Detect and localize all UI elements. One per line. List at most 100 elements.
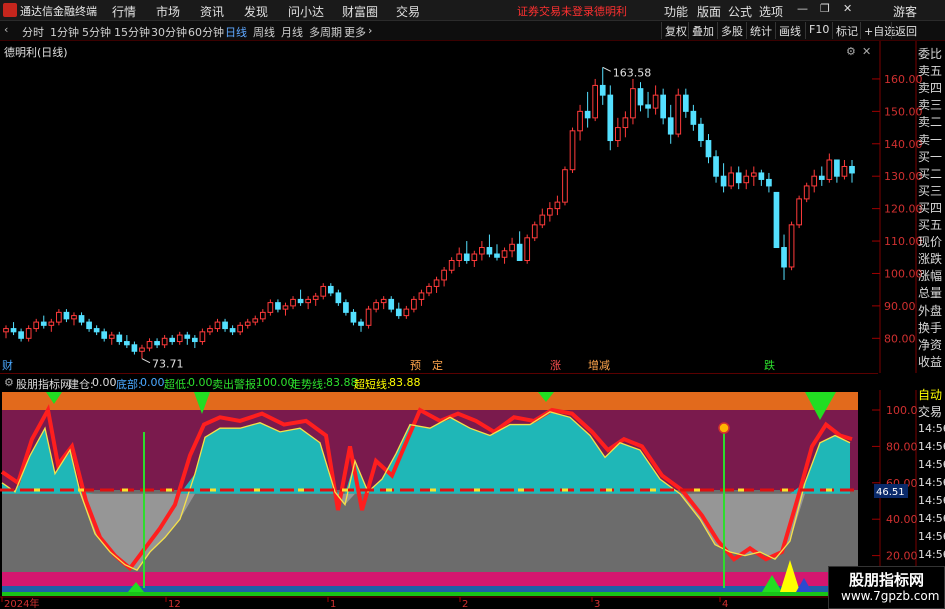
candle-body bbox=[124, 341, 130, 346]
candle-body bbox=[441, 269, 447, 281]
candle-body bbox=[554, 201, 561, 210]
menu-banmian[interactable]: 版面 bbox=[697, 3, 721, 20]
candle-body bbox=[743, 175, 750, 184]
field-chaoduan-value: 83.88 bbox=[389, 376, 421, 389]
indicator-settings-icon[interactable]: ⚙ bbox=[4, 376, 14, 389]
candle-body bbox=[40, 321, 47, 326]
menu-wenxiaoda[interactable]: 问小达 bbox=[288, 3, 324, 20]
period-monthly[interactable]: 月线 bbox=[281, 24, 303, 40]
candle-body bbox=[207, 328, 213, 333]
collapse-icon[interactable]: ‹ bbox=[4, 23, 8, 36]
candle-body bbox=[101, 331, 108, 339]
candle-body bbox=[433, 279, 440, 287]
candle-body bbox=[471, 253, 478, 261]
menu-caifuquan[interactable]: 财富圈 bbox=[342, 3, 378, 20]
period-60min[interactable]: 60分钟 bbox=[188, 24, 224, 40]
menu-hangqing[interactable]: 行情 bbox=[112, 3, 136, 20]
candle-body bbox=[803, 185, 810, 200]
restore-icon[interactable]: ❐ bbox=[820, 2, 830, 15]
indicator-axis-tick: 40.00 bbox=[886, 513, 918, 526]
watermark: 股朋指标网 www.7gpzb.com bbox=[828, 566, 945, 609]
candle-body bbox=[365, 308, 372, 326]
period-1min[interactable]: 1分钟 bbox=[50, 24, 79, 40]
period-multi[interactable]: 多周期 bbox=[309, 24, 342, 40]
candle-body bbox=[63, 311, 70, 320]
field-jiancang-value: 0.00 bbox=[92, 376, 117, 389]
candle-body bbox=[3, 328, 9, 333]
btn-huaxian[interactable]: 画线 bbox=[775, 22, 804, 39]
menu-xuanxiang[interactable]: 选项 bbox=[759, 3, 783, 20]
candle-body bbox=[547, 208, 553, 216]
candle-body bbox=[252, 318, 259, 323]
candlestick-chart[interactable]: 160.00 150.00 140.00 130.00 120.00 110.00 100.… bbox=[0, 41, 945, 373]
quote-field: 卖三 bbox=[918, 98, 943, 113]
menu-zixun[interactable]: 资讯 bbox=[200, 3, 224, 20]
date-axis-tick: 3 bbox=[594, 599, 600, 609]
app-title: 通达信金融终端 bbox=[20, 5, 97, 18]
candle-body bbox=[320, 285, 327, 297]
event-tag[interactable]: 财 bbox=[2, 358, 13, 372]
candle-body bbox=[524, 237, 531, 261]
candle-body bbox=[705, 140, 712, 158]
candle-body bbox=[614, 127, 621, 142]
quote-field: 买三 bbox=[918, 183, 943, 198]
price-axis-tick: 130.00 bbox=[884, 170, 923, 183]
candle-body bbox=[826, 159, 833, 180]
candle-body bbox=[184, 334, 191, 339]
event-tag[interactable]: 预 bbox=[410, 359, 421, 372]
guest-user[interactable]: 游客 bbox=[893, 3, 917, 20]
candle-body bbox=[71, 315, 77, 320]
event-tag[interactable]: 定 bbox=[432, 358, 443, 372]
btn-f10[interactable]: F10 bbox=[805, 22, 832, 39]
btn-tongji[interactable]: 统计 bbox=[746, 22, 775, 39]
auto-button[interactable]: 自动 bbox=[918, 386, 942, 403]
menu-gongshi[interactable]: 公式 bbox=[728, 3, 752, 20]
menu-shichang[interactable]: 市场 bbox=[156, 3, 180, 20]
period-fenshi[interactable]: 分时 bbox=[22, 24, 44, 40]
candle-body bbox=[139, 347, 145, 352]
menu-gongneng[interactable]: 功能 bbox=[664, 3, 688, 20]
candle-body bbox=[131, 344, 138, 352]
event-tag[interactable]: 跌 bbox=[764, 358, 775, 372]
period-5min[interactable]: 5分钟 bbox=[82, 24, 111, 40]
candle-body bbox=[630, 88, 636, 119]
indicator-header: ⚙ 股朋指标网 建仓: 0.00 底部: 0.00 超低: 0.00 卖出警报:… bbox=[0, 373, 878, 391]
field-zoushi-value: 83.88 bbox=[326, 376, 358, 389]
period-more[interactable]: 更多 bbox=[344, 24, 366, 40]
candle-body bbox=[735, 172, 742, 184]
menu-jiaoyi[interactable]: 交易 bbox=[396, 3, 420, 20]
candle-body bbox=[501, 250, 508, 258]
btn-diejia[interactable]: 叠加 bbox=[688, 22, 717, 39]
event-tag[interactable]: 增减 bbox=[588, 358, 610, 372]
period-15min[interactable]: 15分钟 bbox=[114, 24, 150, 40]
candle-body bbox=[766, 178, 772, 187]
candle-body bbox=[577, 110, 583, 132]
event-tag[interactable]: 涨 bbox=[550, 359, 561, 372]
candle-body bbox=[388, 298, 395, 310]
candle-body bbox=[720, 175, 727, 187]
candle-body bbox=[622, 117, 629, 129]
candle-body bbox=[244, 321, 251, 326]
btn-fuquan[interactable]: 复权 bbox=[661, 22, 690, 39]
trade-button[interactable]: 交易 bbox=[918, 403, 942, 420]
period-daily[interactable]: 日线 bbox=[225, 24, 247, 40]
svg-text:✕: ✕ bbox=[862, 45, 871, 58]
candle-body bbox=[259, 311, 266, 320]
tick-time: 14:56 bbox=[918, 530, 945, 543]
chevron-right-icon[interactable]: › bbox=[368, 24, 372, 37]
period-30min[interactable]: 30分钟 bbox=[151, 24, 187, 40]
btn-biaoji[interactable]: 标记 bbox=[832, 22, 861, 39]
btn-back[interactable]: 返回 bbox=[891, 22, 920, 39]
field-maichu-value: 100.00 bbox=[256, 376, 295, 389]
minimize-icon[interactable]: — bbox=[797, 2, 808, 15]
svg-text:⚙: ⚙ bbox=[846, 45, 856, 58]
menu-faxian[interactable]: 发现 bbox=[244, 3, 268, 20]
period-weekly[interactable]: 周线 bbox=[253, 24, 275, 40]
quote-field: 净资 bbox=[918, 337, 943, 352]
candle-body bbox=[33, 321, 40, 330]
login-notice[interactable]: 证券交易未登录 bbox=[517, 3, 594, 19]
stock-period-label: 德明利(日线) bbox=[4, 46, 68, 59]
btn-duogu[interactable]: 多股 bbox=[717, 22, 746, 39]
indicator-chart[interactable]: 100.080.0060.0040.0020.00 46.51 2024年 12 1… bbox=[0, 390, 945, 609]
close-icon[interactable]: ✕ bbox=[843, 2, 852, 15]
